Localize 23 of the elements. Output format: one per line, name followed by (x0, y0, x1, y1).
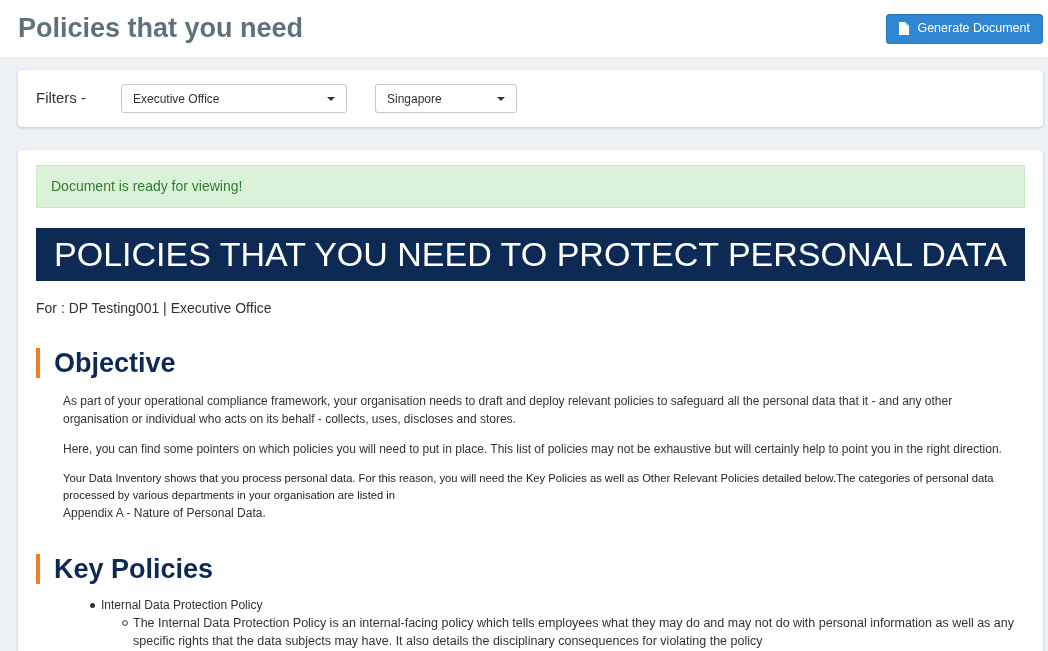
bullet-icon (90, 603, 95, 608)
caret-icon (497, 96, 505, 101)
document-icon (899, 22, 910, 35)
section-heading: Objective (54, 347, 176, 380)
generate-document-button[interactable]: Generate Document (886, 13, 1043, 44)
bullet-icon (122, 620, 128, 626)
caret-icon (327, 96, 335, 101)
paragraph-text: Here, you can find some pointers on which policies you will need to put in place. This list of policies may not be exhaustive but will certainly help to point you in the right direction. (63, 441, 1003, 458)
heading-accent-bar (36, 348, 40, 378)
list-item-text: Internal Data Protection Policy (101, 597, 263, 614)
filter-dropdown[interactable]: Singapore (375, 84, 517, 113)
page-title: Policies that you need (18, 12, 304, 46)
list-item-text: The Internal Data Protection Policy is an internal-facing policy which tells employees what they may do and may not do with personal information as well as any specific rights that the data subjects may have. It also details the disciplinary consequences for violating the policy (133, 615, 1015, 650)
filter-dropdown[interactable]: Executive Office (121, 84, 347, 113)
heading-accent-bar (36, 554, 40, 584)
document-banner: POLICIES THAT YOU NEED TO PROTECT PERSONAL DATA (36, 228, 1025, 281)
paragraph-text: Appendix A - Nature of Personal Data. (63, 505, 267, 522)
recipient-line: For : DP Testing001 | Executive Office (36, 299, 273, 318)
paragraph-text: As part of your operational compliance framework, your organisation needs to draft and deploy relevant policies to safeguard all the personal data that it - and any other organisation or individual who acts on its behalf - collects, uses, discloses and stores. (63, 393, 954, 428)
filters-label: Filters - (36, 88, 87, 109)
section-heading: Key Policies (54, 553, 214, 586)
paragraph-text: Your Data Inventory shows that you process personal data. For this reason, you will need the Key Policies as well as Other Relevant Policies detailed below.The categories of personal data processed by various departments in your organisation are listed in (63, 471, 995, 503)
success-alert: Document is ready for viewing! (36, 165, 1025, 208)
